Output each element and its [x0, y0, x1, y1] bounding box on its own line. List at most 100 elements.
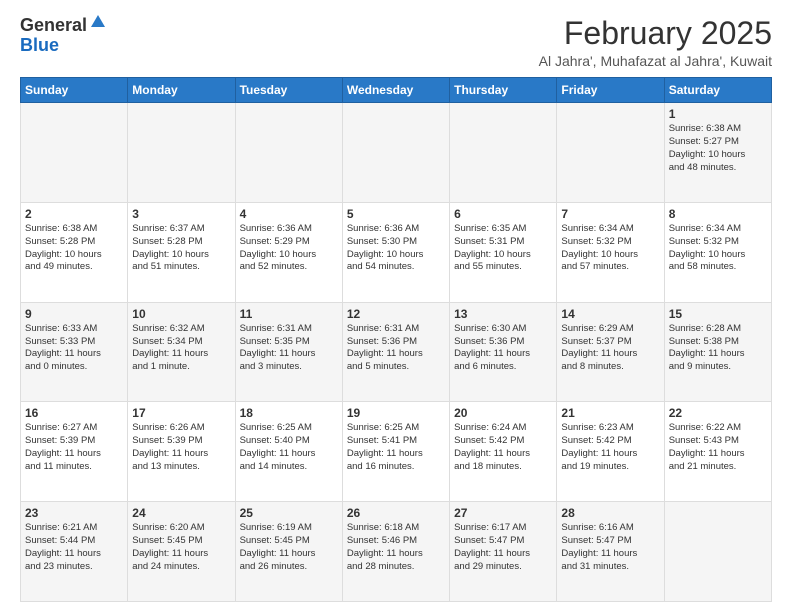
table-row: 20 Sunrise: 6:24 AM Sunset: 5:42 PM Dayli…	[450, 402, 557, 502]
day-info: Sunrise: 6:34 AM Sunset: 5:32 PM Dayligh…	[561, 223, 659, 274]
table-row	[557, 103, 664, 203]
day-number: 19	[347, 406, 445, 420]
day-info: Sunrise: 6:31 AM Sunset: 5:36 PM Dayligh…	[347, 323, 445, 374]
table-row	[128, 103, 235, 203]
table-row: 6Sunrise: 6:35 AM Sunset: 5:31 PM Daylig…	[450, 202, 557, 302]
col-thursday: Thursday	[450, 78, 557, 103]
day-number: 17	[132, 406, 230, 420]
day-info: Sunrise: 6:19 AM Sunset: 5:45 PM Dayligh…	[240, 522, 338, 573]
calendar: Sunday Monday Tuesday Wednesday Thursday…	[20, 77, 772, 602]
table-row: 18 Sunrise: 6:25 AM Sunset: 5:40 PM Dayli…	[235, 402, 342, 502]
col-tuesday: Tuesday	[235, 78, 342, 103]
day-info: Sunrise: 6:38 AM Sunset: 5:27 PM Dayligh…	[669, 123, 767, 174]
calendar-week-row: 23 Sunrise: 6:21 AM Sunset: 5:44 PM Dayli…	[21, 502, 772, 602]
title-section: February 2025 Al Jahra', Muhafazat al Ja…	[539, 16, 772, 69]
table-row: 16 Sunrise: 6:27 AM Sunset: 5:39 PM Dayli…	[21, 402, 128, 502]
day-number: 5	[347, 207, 445, 221]
calendar-week-row: 9Sunrise: 6:33 AM Sunset: 5:33 PM Daylig…	[21, 302, 772, 402]
day-number: 16	[25, 406, 123, 420]
day-info: Sunrise: 6:25 AM Sunset: 5:41 PM Dayligh…	[347, 422, 445, 473]
table-row: 9Sunrise: 6:33 AM Sunset: 5:33 PM Daylig…	[21, 302, 128, 402]
day-number: 20	[454, 406, 552, 420]
day-info: Sunrise: 6:34 AM Sunset: 5:32 PM Dayligh…	[669, 223, 767, 274]
day-info: Sunrise: 6:32 AM Sunset: 5:34 PM Dayligh…	[132, 323, 230, 374]
day-number: 1	[669, 107, 767, 121]
day-number: 15	[669, 307, 767, 321]
day-number: 4	[240, 207, 338, 221]
day-info: Sunrise: 6:36 AM Sunset: 5:29 PM Dayligh…	[240, 223, 338, 274]
logo: General Blue	[20, 16, 107, 56]
table-row: 13 Sunrise: 6:30 AM Sunset: 5:36 PM Dayli…	[450, 302, 557, 402]
day-info: Sunrise: 6:30 AM Sunset: 5:36 PM Dayligh…	[454, 323, 552, 374]
calendar-header-row: Sunday Monday Tuesday Wednesday Thursday…	[21, 78, 772, 103]
day-number: 28	[561, 506, 659, 520]
day-number: 25	[240, 506, 338, 520]
col-friday: Friday	[557, 78, 664, 103]
day-info: Sunrise: 6:24 AM Sunset: 5:42 PM Dayligh…	[454, 422, 552, 473]
day-info: Sunrise: 6:26 AM Sunset: 5:39 PM Dayligh…	[132, 422, 230, 473]
day-number: 14	[561, 307, 659, 321]
logo-icon	[89, 13, 107, 31]
table-row: 3 Sunrise: 6:37 AM Sunset: 5:28 PM Daylig…	[128, 202, 235, 302]
calendar-week-row: 2 Sunrise: 6:38 AM Sunset: 5:28 PM Daylig…	[21, 202, 772, 302]
table-row: 24 Sunrise: 6:20 AM Sunset: 5:45 PM Dayli…	[128, 502, 235, 602]
table-row: 11 Sunrise: 6:31 AM Sunset: 5:35 PM Dayli…	[235, 302, 342, 402]
day-number: 3	[132, 207, 230, 221]
day-number: 27	[454, 506, 552, 520]
day-info: Sunrise: 6:37 AM Sunset: 5:28 PM Dayligh…	[132, 223, 230, 274]
day-number: 8	[669, 207, 767, 221]
table-row: 23 Sunrise: 6:21 AM Sunset: 5:44 PM Dayli…	[21, 502, 128, 602]
day-info: Sunrise: 6:27 AM Sunset: 5:39 PM Dayligh…	[25, 422, 123, 473]
day-number: 22	[669, 406, 767, 420]
day-number: 24	[132, 506, 230, 520]
table-row: 5Sunrise: 6:36 AM Sunset: 5:30 PM Daylig…	[342, 202, 449, 302]
day-number: 13	[454, 307, 552, 321]
day-info: Sunrise: 6:20 AM Sunset: 5:45 PM Dayligh…	[132, 522, 230, 573]
day-info: Sunrise: 6:16 AM Sunset: 5:47 PM Dayligh…	[561, 522, 659, 573]
table-row: 12 Sunrise: 6:31 AM Sunset: 5:36 PM Dayli…	[342, 302, 449, 402]
day-info: Sunrise: 6:17 AM Sunset: 5:47 PM Dayligh…	[454, 522, 552, 573]
day-info: Sunrise: 6:38 AM Sunset: 5:28 PM Dayligh…	[25, 223, 123, 274]
day-info: Sunrise: 6:29 AM Sunset: 5:37 PM Dayligh…	[561, 323, 659, 374]
table-row	[342, 103, 449, 203]
day-number: 26	[347, 506, 445, 520]
col-sunday: Sunday	[21, 78, 128, 103]
day-info: Sunrise: 6:35 AM Sunset: 5:31 PM Dayligh…	[454, 223, 552, 274]
calendar-week-row: 1 Sunrise: 6:38 AM Sunset: 5:27 PM Daylig…	[21, 103, 772, 203]
table-row: 22 Sunrise: 6:22 AM Sunset: 5:43 PM Dayli…	[664, 402, 771, 502]
table-row: 2 Sunrise: 6:38 AM Sunset: 5:28 PM Daylig…	[21, 202, 128, 302]
table-row	[21, 103, 128, 203]
day-number: 11	[240, 307, 338, 321]
table-row: 19 Sunrise: 6:25 AM Sunset: 5:41 PM Dayli…	[342, 402, 449, 502]
month-year: February 2025	[539, 16, 772, 51]
table-row: 17 Sunrise: 6:26 AM Sunset: 5:39 PM Dayli…	[128, 402, 235, 502]
day-info: Sunrise: 6:25 AM Sunset: 5:40 PM Dayligh…	[240, 422, 338, 473]
table-row: 27 Sunrise: 6:17 AM Sunset: 5:47 PM Dayli…	[450, 502, 557, 602]
table-row: 21 Sunrise: 6:23 AM Sunset: 5:42 PM Dayli…	[557, 402, 664, 502]
table-row	[664, 502, 771, 602]
calendar-week-row: 16 Sunrise: 6:27 AM Sunset: 5:39 PM Dayli…	[21, 402, 772, 502]
day-info: Sunrise: 6:31 AM Sunset: 5:35 PM Dayligh…	[240, 323, 338, 374]
col-monday: Monday	[128, 78, 235, 103]
day-info: Sunrise: 6:23 AM Sunset: 5:42 PM Dayligh…	[561, 422, 659, 473]
day-number: 23	[25, 506, 123, 520]
logo-blue: Blue	[20, 36, 59, 56]
day-number: 7	[561, 207, 659, 221]
table-row	[450, 103, 557, 203]
col-wednesday: Wednesday	[342, 78, 449, 103]
table-row: 15Sunrise: 6:28 AM Sunset: 5:38 PM Dayli…	[664, 302, 771, 402]
table-row	[235, 103, 342, 203]
table-row: 26 Sunrise: 6:18 AM Sunset: 5:46 PM Dayli…	[342, 502, 449, 602]
day-number: 18	[240, 406, 338, 420]
day-info: Sunrise: 6:18 AM Sunset: 5:46 PM Dayligh…	[347, 522, 445, 573]
day-number: 21	[561, 406, 659, 420]
location: Al Jahra', Muhafazat al Jahra', Kuwait	[539, 53, 772, 69]
table-row: 28 Sunrise: 6:16 AM Sunset: 5:47 PM Dayli…	[557, 502, 664, 602]
header: General Blue February 2025 Al Jahra', Mu…	[20, 16, 772, 69]
day-number: 2	[25, 207, 123, 221]
logo-general: General	[20, 16, 87, 36]
day-info: Sunrise: 6:21 AM Sunset: 5:44 PM Dayligh…	[25, 522, 123, 573]
day-info: Sunrise: 6:22 AM Sunset: 5:43 PM Dayligh…	[669, 422, 767, 473]
day-number: 12	[347, 307, 445, 321]
table-row: 14 Sunrise: 6:29 AM Sunset: 5:37 PM Dayli…	[557, 302, 664, 402]
